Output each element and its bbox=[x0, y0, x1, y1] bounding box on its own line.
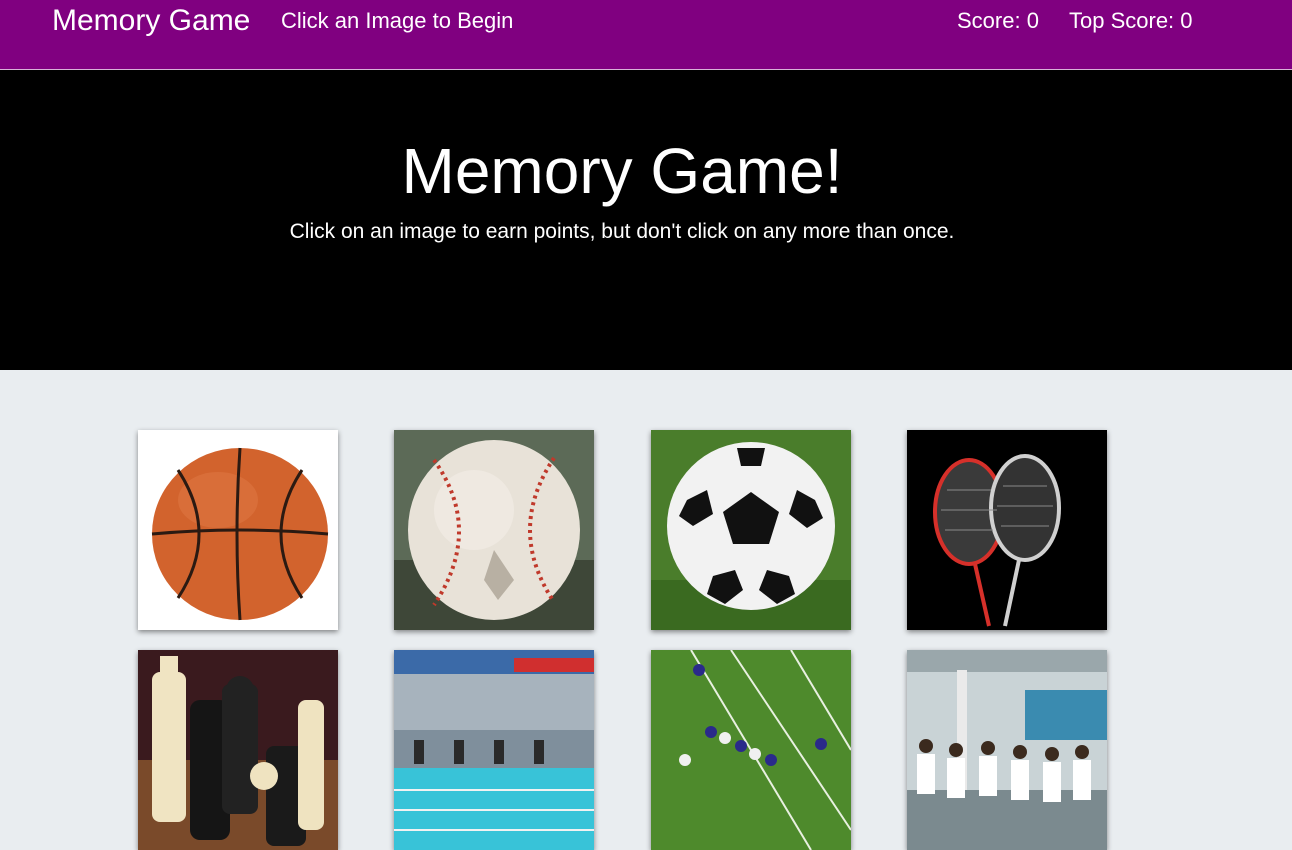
card-basketball[interactable] bbox=[138, 430, 338, 630]
card-baseball[interactable] bbox=[394, 430, 594, 630]
hero-subtitle: Click on an image to earn points, but do… bbox=[289, 220, 955, 243]
basketball-image bbox=[138, 430, 338, 630]
swimming-pool-image bbox=[394, 650, 594, 850]
hero-banner: Memory Game! Click on an image to earn p… bbox=[0, 70, 1292, 370]
american-football-field-image bbox=[651, 650, 851, 850]
card-swimming-pool[interactable] bbox=[394, 650, 594, 850]
card-chess-pieces[interactable] bbox=[138, 650, 338, 850]
card-badminton-rackets[interactable] bbox=[907, 430, 1107, 630]
chess-pieces-image bbox=[138, 650, 338, 850]
score-display: Score: 0 bbox=[957, 8, 1039, 33]
badminton-rackets-image bbox=[907, 430, 1107, 630]
card-karate-class[interactable] bbox=[907, 650, 1107, 850]
card-soccer-ball[interactable] bbox=[651, 430, 851, 630]
karate-class-image bbox=[907, 650, 1107, 850]
brand-link[interactable]: Memory Game bbox=[52, 4, 250, 38]
navbar: Memory Game Click an Image to Begin Scor… bbox=[0, 0, 1292, 70]
soccer-ball-image bbox=[651, 430, 851, 630]
hero-title: Memory Game! bbox=[401, 135, 843, 207]
baseball-image bbox=[394, 430, 594, 630]
top-score-display: Top Score: 0 bbox=[1069, 8, 1193, 33]
card-american-football-field[interactable] bbox=[651, 650, 851, 850]
status-message: Click an Image to Begin bbox=[281, 8, 514, 33]
